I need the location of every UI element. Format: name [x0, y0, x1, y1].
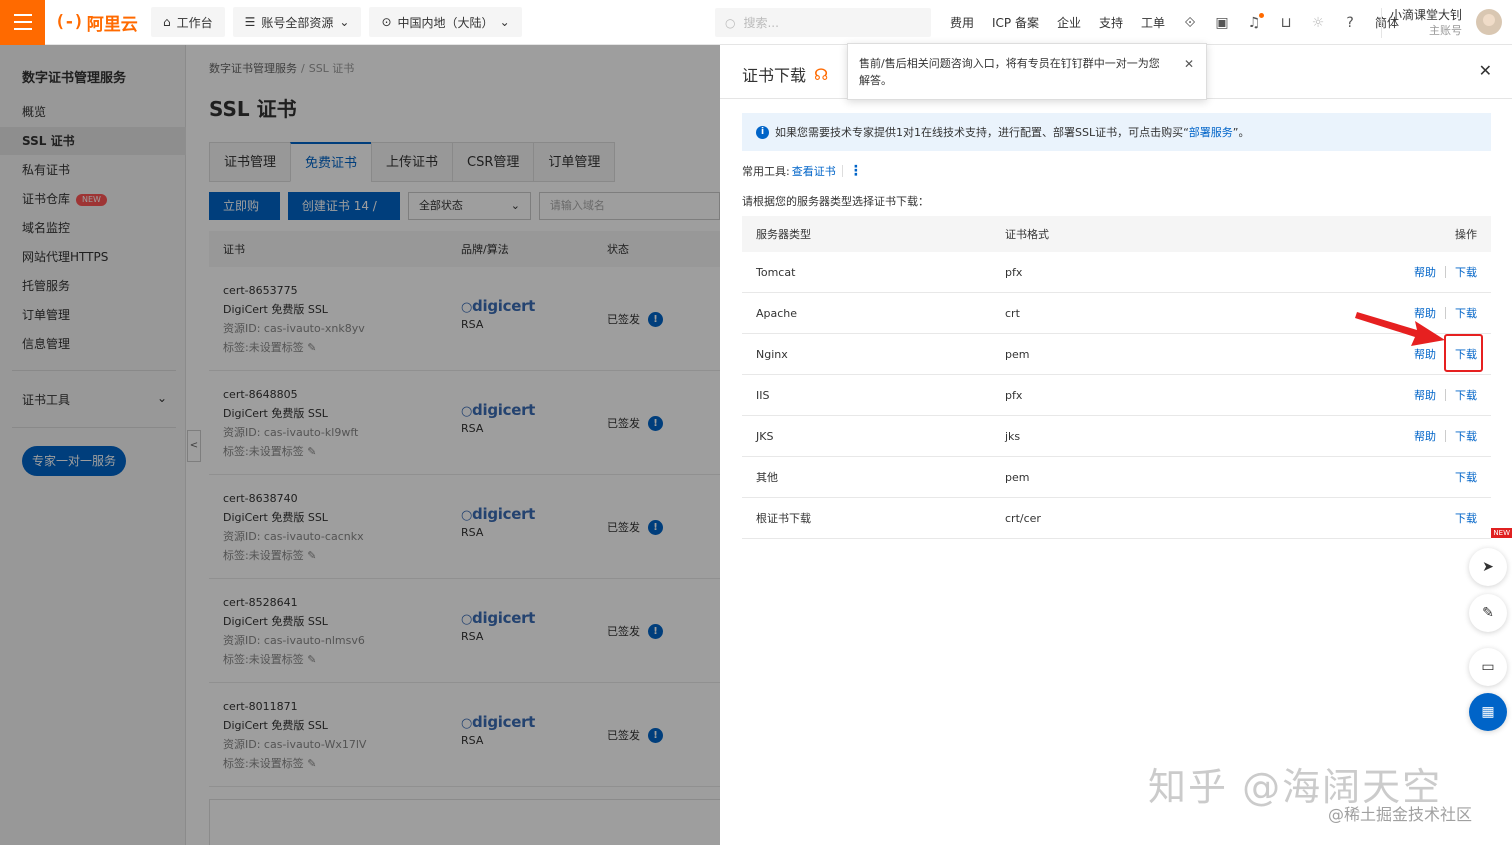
region-dropdown[interactable]: ⊙ 中国内地（大陆） ⌄ [369, 7, 522, 37]
edit-icon[interactable]: ✎ [1469, 594, 1507, 632]
search-input[interactable]: ○ 搜索... [715, 8, 931, 37]
top-link-support[interactable]: 支持 [1099, 14, 1123, 31]
chat-icon[interactable]: ▭ [1469, 648, 1507, 686]
consult-tooltip: 售前/售后相关问题咨询入口，将有专员在钉钉群中一对一为您解答。 ✕ [847, 43, 1207, 100]
aliyun-logo[interactable]: (-) 阿里云 [55, 10, 143, 35]
user-role: 主账号 [1429, 24, 1462, 37]
common-tools: 常用工具: 查看证书 ⋮ [742, 163, 863, 179]
apps-grid-icon[interactable]: ▦ [1469, 693, 1507, 731]
server-type: Nginx [756, 347, 788, 361]
choose-hint: 请根据您的服务器类型选择证书下载： [742, 195, 929, 208]
download-link-jks[interactable]: 下载 [1455, 428, 1477, 444]
watermark-sub: @稀土掘金技术社区 [1328, 805, 1473, 824]
cert-format: jks [1005, 429, 1021, 443]
deploy-service-link[interactable]: 部署服务 [1189, 126, 1233, 139]
top-link-icp[interactable]: ICP 备案 [992, 14, 1039, 31]
close-icon[interactable]: ✕ [1184, 56, 1194, 73]
bell-icon[interactable]: ♫ [1247, 12, 1265, 31]
cart-icon[interactable]: ⊔ [1279, 15, 1293, 31]
table-row: IIS pfx 帮助 下载 [742, 375, 1491, 416]
column-header: 操作 [1455, 228, 1477, 241]
avatar[interactable] [1476, 9, 1502, 35]
download-link-apache[interactable]: 下载 [1455, 305, 1477, 321]
help-link[interactable]: 帮助 [1414, 387, 1436, 403]
more-vertical-icon[interactable]: ⋮ [849, 163, 863, 179]
help-link[interactable]: 帮助 [1414, 428, 1436, 444]
help-icon[interactable]: ? [1343, 15, 1357, 31]
table-header: 服务器类型 证书格式 操作 [742, 216, 1491, 252]
server-type: 其他 [756, 471, 778, 484]
notice-banner: i 如果您需要技术专家提供1对1在线技术支持，进行配置、部署SSL证书，可点击购… [742, 113, 1491, 151]
download-link-iis[interactable]: 下载 [1455, 387, 1477, 403]
download-link-tomcat[interactable]: 下载 [1455, 264, 1477, 280]
highlight-box [1444, 334, 1483, 372]
top-link-enterprise[interactable]: 企业 [1057, 14, 1081, 31]
help-link[interactable]: 帮助 [1414, 264, 1436, 280]
download-drawer: 证书下载 ☊ ✕ i 如果您需要技术专家提供1对1在线技术支持，进行配置、部署SS… [720, 45, 1512, 845]
chevron-down-icon: ⌄ [339, 15, 350, 29]
terminal-icon[interactable]: ▣ [1215, 15, 1229, 31]
search-icon: ○ [725, 15, 736, 30]
chevron-down-icon: ⌄ [499, 15, 510, 29]
server-type: Apache [756, 306, 798, 320]
cert-format: crt/cer [1005, 511, 1041, 525]
home-icon: ⌂ [163, 15, 171, 29]
close-icon[interactable]: ✕ [1479, 61, 1492, 80]
view-cert-link[interactable]: 查看证书 [792, 163, 836, 179]
resources-dropdown[interactable]: ☰ 账号全部资源 ⌄ [232, 7, 362, 37]
list-icon: ☰ [244, 15, 256, 29]
column-header: 服务器类型 [756, 228, 811, 241]
workbench-button[interactable]: ⌂ 工作台 [151, 7, 225, 37]
cert-format: pfx [1005, 388, 1023, 402]
column-header: 证书格式 [1005, 228, 1049, 241]
location-icon: ⊙ [381, 15, 392, 29]
download-table: 服务器类型 证书格式 操作 Tomcat pfx 帮助 下载 Apache crt… [742, 216, 1491, 539]
server-type: 根证书下载 [756, 512, 811, 525]
modal-overlay[interactable] [0, 45, 720, 845]
top-link-ticket[interactable]: 工单 [1141, 14, 1165, 31]
cert-format: crt [1005, 306, 1020, 320]
menu-icon[interactable] [0, 0, 45, 45]
drawer-title: 证书下载 ☊ [742, 64, 829, 86]
code-icon[interactable]: ⟐ [1183, 15, 1197, 31]
headset-icon[interactable]: ☊ [814, 65, 828, 84]
help-link[interactable]: 帮助 [1414, 346, 1436, 362]
download-link-other[interactable]: 下载 [1455, 469, 1477, 485]
table-row: Tomcat pfx 帮助 下载 [742, 252, 1491, 293]
feedback-icon[interactable]: ➤ NEW [1469, 528, 1512, 586]
bulb-icon[interactable]: ☼ [1311, 15, 1325, 31]
user-name: 小滴课堂大钊 [1389, 8, 1462, 22]
new-badge: NEW [1491, 528, 1512, 538]
server-type: Tomcat [756, 265, 796, 279]
cert-format: pem [1005, 470, 1030, 484]
red-arrow-annotation [1355, 312, 1445, 346]
download-link-root[interactable]: 下载 [1455, 510, 1477, 526]
user-info[interactable]: 小滴课堂大钊 主账号 [1380, 8, 1462, 38]
table-row: 其他 pem 下载 [742, 457, 1491, 498]
cert-format: pfx [1005, 265, 1023, 279]
server-type: IIS [756, 388, 770, 402]
top-links: 费用 ICP 备案 企业 支持 工单 ⟐ ▣ ♫ ⊔ ☼ ? 简体 [950, 0, 1417, 45]
cert-format: pem [1005, 347, 1030, 361]
table-row: 根证书下载 crt/cer 下载 [742, 498, 1491, 539]
table-row: JKS jks 帮助 下载 [742, 416, 1491, 457]
top-link-fees[interactable]: 费用 [950, 14, 974, 31]
server-type: JKS [756, 429, 774, 443]
info-icon: i [756, 125, 769, 139]
